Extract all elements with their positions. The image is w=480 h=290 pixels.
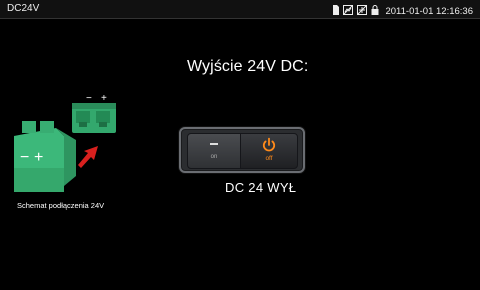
on-dash-icon [210, 143, 218, 145]
power-switch[interactable]: on off [179, 127, 305, 173]
switch-on-side[interactable]: on [187, 133, 241, 169]
switch-off-side[interactable]: off [240, 133, 298, 169]
switch-off-label: off [265, 155, 273, 162]
plug-plus-label: + [34, 149, 43, 166]
page-title: Wyjście 24V DC: [187, 58, 309, 75]
diagram-caption: Schemat podłączenia 24V [17, 201, 105, 210]
switch-on-label: on [210, 154, 218, 160]
socket-minus-label: − [86, 93, 92, 104]
status-icons: 2011-01-01 12:16:36 [332, 2, 473, 20]
plug-minus-label: − [20, 149, 29, 166]
output-state: DC 24 WYŁ [225, 180, 297, 195]
sd-card-icon [332, 2, 340, 20]
socket-connector-icon [72, 103, 116, 133]
lock-icon [371, 2, 379, 20]
network-icon [343, 2, 354, 20]
connection-icon [357, 2, 368, 20]
status-datetime: 2011-01-01 12:16:36 [385, 5, 473, 17]
socket-plus-label: + [101, 93, 107, 104]
connection-diagram: − + − + [14, 93, 116, 192]
arrow-icon [78, 146, 98, 168]
